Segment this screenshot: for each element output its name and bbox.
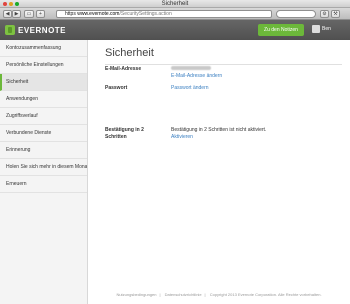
forward-button[interactable]: ▶	[12, 10, 21, 18]
sidebar-item-applications[interactable]: Anwendungen	[0, 91, 87, 108]
logo-text: EVERNOTE	[18, 25, 67, 35]
evernote-logo[interactable]: EVERNOTE	[5, 25, 66, 35]
user-menu[interactable]: Ben	[312, 25, 331, 33]
tools-button[interactable]: ⚒	[331, 10, 340, 18]
privacy-link[interactable]: Datenschutzrichtlinie	[165, 292, 202, 297]
avatar	[312, 25, 320, 33]
sidebar-item-account-summary[interactable]: Kontozusammenfassung	[0, 40, 87, 57]
sidebar-item-reminders[interactable]: Erinnerung	[0, 142, 87, 159]
browser-search-input[interactable]	[276, 10, 316, 18]
title-divider	[105, 64, 342, 65]
url-bar[interactable]: https www.evernote.com/SecuritySettings.…	[56, 10, 272, 18]
sidebar-item-connected-services[interactable]: Verbundene Dienste	[0, 125, 87, 142]
terms-link[interactable]: Nutzungsbedingungen	[116, 292, 156, 297]
user-name: Ben	[322, 26, 331, 32]
sidebar-item-personal-settings[interactable]: Persönliche Einstellungen	[0, 57, 87, 74]
browser-toolbar: ◀ ▶ ▭ + https www.evernote.com/SecurityS…	[0, 8, 350, 20]
sidebar-item-renew[interactable]: Erneuern	[0, 176, 87, 193]
copyright-text: Copyright 2013 Evernote Corporation. All…	[209, 292, 322, 297]
go-to-notes-button[interactable]: Zu den Notizen	[258, 24, 304, 36]
url-path: /SecuritySettings.action	[119, 11, 172, 17]
change-password-link[interactable]: Passwort ändern	[171, 85, 209, 92]
email-redacted	[171, 66, 211, 70]
extensions-button[interactable]: ⚙	[320, 10, 329, 18]
main-content: Sicherheit E-Mail-Adresse E-Mail-Adresse…	[89, 40, 350, 304]
settings-sidebar: Kontozusammenfassung Persönliche Einstel…	[0, 40, 88, 304]
url-scheme: https	[65, 11, 76, 17]
back-button[interactable]: ◀	[3, 10, 12, 18]
window-title: Sicherheit	[161, 1, 189, 7]
add-button[interactable]: +	[36, 10, 45, 18]
page-title: Sicherheit	[105, 47, 154, 59]
page-footer: Nutzungsbedingungen | Datenschutzrichtlin…	[116, 292, 322, 297]
sidebar-item-get-more[interactable]: Holen Sie sich mehr in diesem Monat	[0, 159, 87, 176]
url-host: www.evernote.com	[77, 11, 120, 17]
sidebar-toggle-button[interactable]: ▭	[24, 10, 34, 18]
email-label: E-Mail-Adresse	[105, 66, 142, 72]
two-step-label: Bestätigung in 2 Schritten	[105, 127, 144, 140]
enable-two-step-link[interactable]: Aktivieren	[171, 134, 193, 141]
email-value	[171, 66, 211, 73]
change-email-link[interactable]: E-Mail-Adresse ändern	[171, 73, 222, 80]
app-header: EVERNOTE Zu den Notizen Ben	[0, 20, 350, 40]
sidebar-item-access-history[interactable]: Zugriffsverlauf	[0, 108, 87, 125]
password-label: Passwort	[105, 85, 128, 91]
window-titlebar: Sicherheit	[0, 0, 350, 8]
sidebar-item-security[interactable]: Sicherheit	[0, 74, 87, 91]
elephant-icon	[5, 25, 15, 35]
two-step-status: Bestätigung in 2 Schritten ist nicht akt…	[171, 127, 267, 133]
